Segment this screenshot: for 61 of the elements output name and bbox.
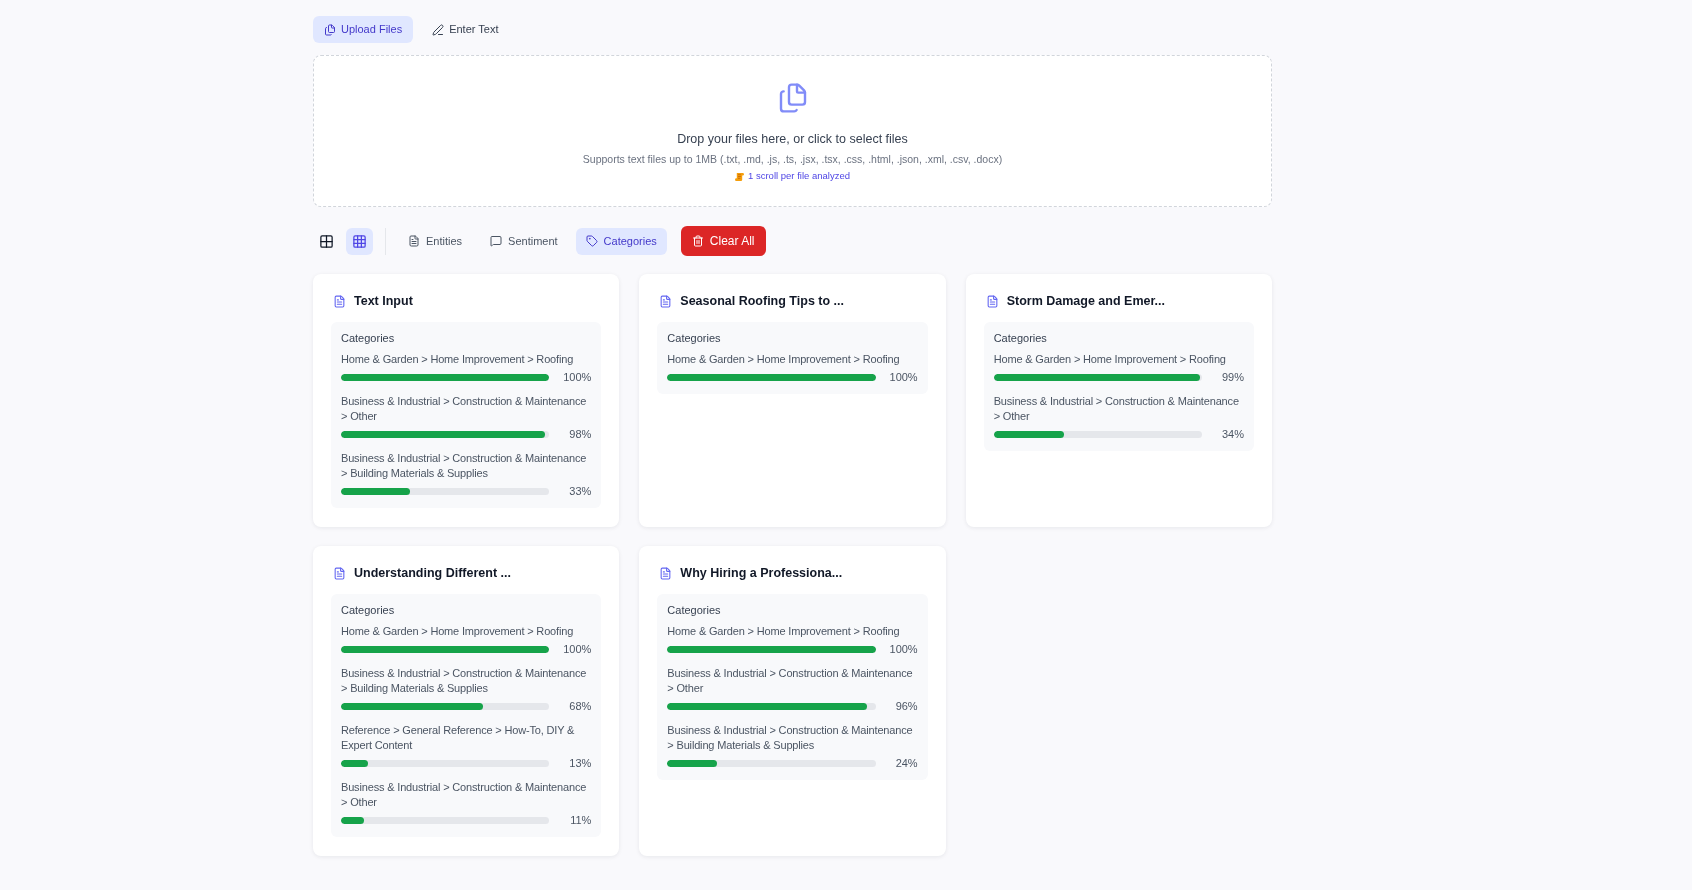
card-title: Seasonal Roofing Tips to ... [680, 292, 844, 310]
pencil-icon [432, 23, 445, 36]
category-path: Business & Industrial > Construction & Maintenance > Other [341, 394, 588, 424]
percentage-text: 33% [568, 484, 592, 499]
analysis-tab[interactable]: Sentiment [480, 227, 568, 255]
drop-instructions: Drop your files here, or click to select files [677, 131, 908, 148]
category-path: Business & Industrial > Construction & Maintenance > Other [667, 666, 914, 696]
tag-icon [585, 235, 598, 247]
category-path: Business & Industrial > Construction & Maintenance > Building Materials & Supplies [341, 451, 588, 481]
card-title: Text Input [354, 292, 413, 310]
percentage-text: 100% [562, 642, 592, 657]
percentage-text: 98% [568, 427, 592, 442]
scroll-icon [735, 171, 745, 181]
percentage-text: 34% [1220, 427, 1244, 442]
section-label: Categories [667, 603, 722, 618]
category-path: Home & Garden > Home Improvement > Roofing [341, 624, 575, 639]
input-mode-tab[interactable]: Enter Text [421, 16, 510, 43]
category-path: Business & Industrial > Construction & Maintenance > Building Materials & Supplies [667, 723, 914, 753]
section-label: Categories [341, 331, 396, 346]
analysis-tab[interactable]: Categories [575, 227, 667, 255]
category-path: Home & Garden > Home Improvement > Roofing [667, 624, 901, 639]
percentage-text: 96% [894, 699, 918, 714]
percentage-text: 68% [568, 699, 592, 714]
supported-formats: Supports text files up to 1MB (.txt, .md, .js, .ts, .jsx, .tsx, .css, .html, .json, .xml, .csv, .docx) [582, 152, 1003, 167]
analysis-tab[interactable]: Entities [398, 227, 473, 255]
document-icon [333, 566, 346, 580]
card-title: Understanding Different ... [354, 564, 511, 582]
clear-all-button[interactable]: Clear All [680, 226, 766, 256]
category-path: Home & Garden > Home Improvement > Roofing [993, 352, 1227, 367]
card-title: Storm Damage and Emer... [1006, 292, 1166, 310]
percentage-text: 100% [562, 370, 592, 385]
document-icon [408, 235, 420, 247]
category-path: Home & Garden > Home Improvement > Roofing [667, 352, 901, 367]
document-icon [333, 294, 346, 308]
section-label: Categories [341, 603, 396, 618]
grid-icon [319, 233, 334, 249]
document-icon [985, 294, 999, 308]
view-toggle-button[interactable] [346, 227, 373, 255]
grid-icon [352, 233, 367, 249]
card-title: Why Hiring a Professiona... [680, 564, 843, 582]
category-path: Home & Garden > Home Improvement > Roofing [341, 352, 575, 367]
document-icon [659, 294, 673, 308]
speech-bubble-icon [490, 235, 503, 247]
percentage-text: 100% [888, 642, 918, 657]
input-mode-tab[interactable]: Upload Files [313, 16, 414, 43]
file-drop-zone[interactable]: Drop your files here, or click to select files Supports text files up to 1MB (.txt, .md, .js, .ts, .jsx, .tsx, .css, .html, .json, .xml, .csv, .docx) 1 scroll per file analyzed [313, 55, 1272, 207]
category-path: Business & Industrial > Construction & Maintenance > Building Materials & Supplies [341, 666, 588, 696]
section-label: Categories [993, 331, 1048, 346]
trash-icon [691, 235, 704, 247]
percentage-text: 24% [894, 756, 918, 771]
files-icon [324, 23, 336, 36]
category-path: Reference > General Reference > How-To, DIY & Expert Content [341, 723, 576, 753]
percentage-text: 99% [1220, 370, 1244, 385]
category-path: Business & Industrial > Construction & Maintenance > Other [993, 394, 1240, 424]
percentage-text: 100% [888, 370, 918, 385]
section-label: Categories [667, 331, 722, 346]
percentage-text: 11% [569, 813, 592, 828]
percentage-text: 13% [568, 756, 592, 771]
document-icon [659, 566, 673, 580]
usage-note: 1 scroll per file analyzed [748, 169, 850, 183]
category-path: Business & Industrial > Construction & Maintenance > Other [341, 780, 588, 810]
